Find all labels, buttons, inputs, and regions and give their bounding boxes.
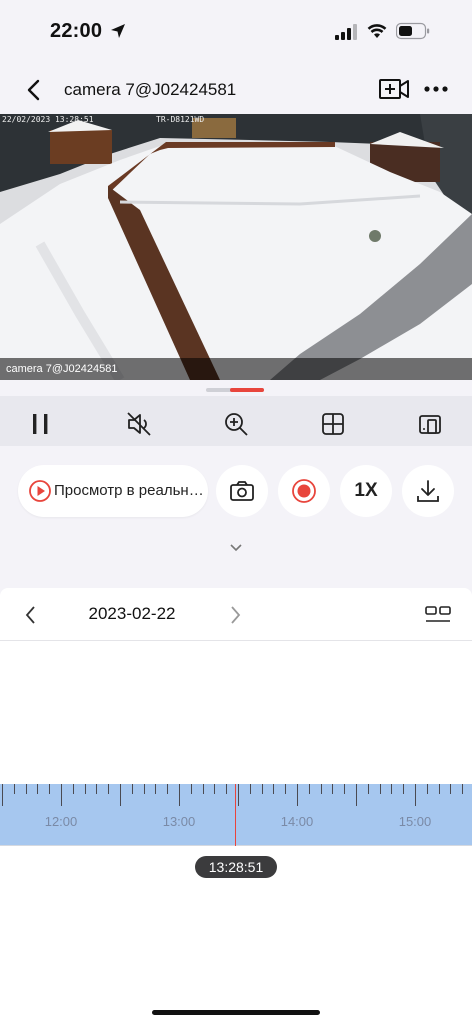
home-indicator [152, 1010, 320, 1015]
timeline-tick [261, 784, 263, 794]
timeline-tick [391, 784, 393, 794]
timeline-tick [131, 784, 133, 794]
date-divider [0, 640, 472, 641]
wifi-icon [367, 24, 387, 38]
video-overlay-label: camera 7@J02424581 [0, 358, 472, 380]
timeline-tick [13, 784, 15, 794]
play-circle-icon [29, 480, 51, 502]
timeline-tick [120, 784, 121, 806]
timeline-tick [297, 784, 298, 806]
chevron-down-icon[interactable] [228, 540, 244, 556]
chevron-left-icon[interactable] [22, 604, 40, 626]
timeline-tick [308, 784, 310, 794]
device-switch-icon[interactable] [415, 409, 445, 439]
mute-icon[interactable] [124, 409, 154, 439]
grid-view-icon[interactable] [318, 409, 348, 439]
timeline-tick [356, 784, 357, 806]
timeline-tick [108, 784, 110, 794]
timeline-tick [84, 784, 86, 794]
playhead[interactable] [235, 784, 236, 846]
timeline-tick [179, 784, 180, 806]
snapshot-button[interactable] [216, 465, 268, 517]
timeline-tick [273, 784, 275, 794]
timeline-tick [214, 784, 216, 794]
timeline-tick [96, 784, 98, 794]
timeline-tick [226, 784, 228, 794]
timeline-tick [49, 784, 51, 794]
seek-fill [230, 388, 264, 392]
timeline-tick [450, 784, 452, 794]
timeline[interactable]: 12:00 13:00 14:00 15:00 [0, 784, 472, 846]
video-feed[interactable] [0, 114, 472, 380]
timeline-tick [25, 784, 27, 794]
timeline-tick [403, 784, 405, 794]
hour-label: 14:00 [280, 814, 314, 829]
layout-toggle-icon[interactable] [424, 606, 452, 624]
timeline-tick [61, 784, 62, 806]
current-time-badge: 13:28:51 [195, 856, 277, 878]
timeline-tick [379, 784, 381, 794]
page-title: camera 7@J02424581 [64, 80, 237, 99]
hour-label: 13:00 [162, 814, 196, 829]
timeline-tick [167, 784, 169, 794]
back-icon[interactable] [20, 76, 48, 104]
timeline-tick [2, 784, 3, 806]
camera-snapshot-icon [230, 481, 254, 501]
add-camera-icon[interactable] [378, 76, 410, 102]
hour-label: 15:00 [398, 814, 432, 829]
record-button[interactable] [278, 465, 330, 517]
download-icon [417, 480, 439, 502]
chevron-right-icon[interactable] [226, 604, 244, 626]
osd-timestamp: 22/02/2023 13:28:51 [2, 115, 94, 124]
timeline-tick [426, 784, 428, 794]
timeline-tick [143, 784, 145, 794]
timeline-tick [285, 784, 287, 794]
timeline-tick [72, 784, 74, 794]
timeline-tick [438, 784, 440, 794]
timeline-tick [238, 784, 239, 806]
timeline-tick [332, 784, 334, 794]
status-time: 22:00 [50, 20, 103, 42]
timeline-tick [462, 784, 464, 794]
pause-icon[interactable] [26, 409, 56, 439]
osd-camera: TR-D8121WD [156, 115, 205, 124]
signal-icon [335, 24, 357, 40]
speed-button[interactable]: 1X [340, 465, 392, 517]
timeline-bottom-line [0, 845, 472, 846]
speed-label: 1X [354, 480, 378, 501]
more-icon[interactable] [422, 76, 450, 102]
zoom-in-icon[interactable] [221, 409, 251, 439]
timeline-tick [190, 784, 192, 794]
location-arrow-icon [111, 24, 125, 38]
timeline-tick [155, 784, 157, 794]
video-scene [0, 114, 472, 380]
download-button[interactable] [402, 465, 454, 517]
timeline-tick [367, 784, 369, 794]
timeline-tick [249, 784, 251, 794]
timeline-tick [320, 784, 322, 794]
hour-label: 12:00 [44, 814, 78, 829]
battery-icon [396, 22, 430, 40]
live-view-label: Просмотр в реальном времени [54, 482, 204, 499]
record-icon [292, 479, 316, 503]
current-date[interactable]: 2023-02-22 [60, 604, 204, 624]
timeline-tick [37, 784, 39, 794]
timeline-tick [344, 784, 346, 794]
timeline-tick [415, 784, 416, 806]
timeline-tick [202, 784, 204, 794]
